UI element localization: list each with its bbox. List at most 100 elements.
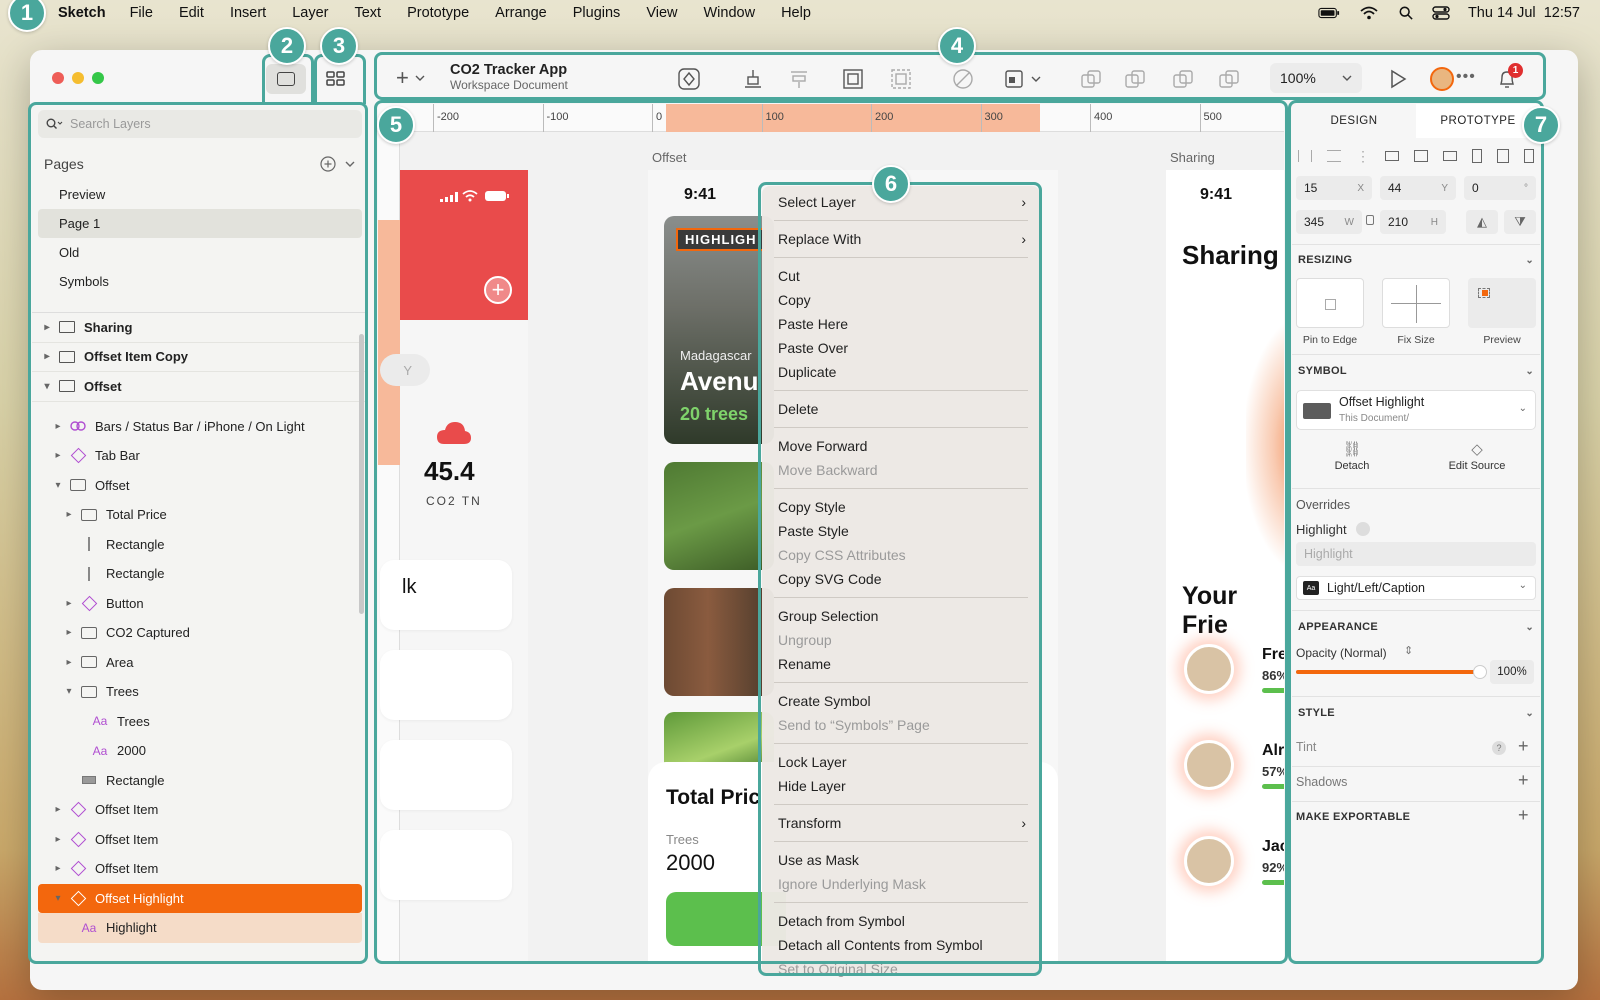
document-title-block[interactable]: CO2 Tracker App Workspace Document	[450, 62, 568, 92]
context-menu-item[interactable]: Create Symbol	[770, 689, 1032, 713]
context-menu-item[interactable]: Paste Style	[770, 519, 1032, 543]
horizontal-ruler[interactable]: -200 -100 0 100 200 300 400 500	[378, 104, 1284, 132]
menu-file[interactable]: File	[130, 5, 153, 21]
ungroup-icon[interactable]	[890, 68, 912, 90]
menu-view[interactable]: View	[646, 5, 677, 21]
layer-row[interactable]: ▸ CO2 Captured	[32, 618, 368, 648]
page-item-preview[interactable]: Preview	[32, 180, 368, 209]
context-menu-item[interactable]: Move Forward	[770, 434, 1032, 458]
layer-row[interactable]: ▾ Offset	[32, 471, 368, 501]
context-menu-item[interactable]: Group Selection	[770, 604, 1032, 628]
context-menu-item[interactable]: Duplicate	[770, 360, 1032, 384]
add-export-icon[interactable]: +	[1518, 805, 1529, 826]
layer-row[interactable]: ▸ Offset Item	[32, 854, 368, 884]
align-top-icon[interactable]	[1472, 149, 1482, 163]
minimize-window-icon[interactable]	[72, 72, 84, 84]
layer-row[interactable]: ▾ Offset Highlight	[38, 883, 362, 913]
make-exportable-title[interactable]: MAKE EXPORTABLE	[1296, 811, 1410, 823]
more-align-icon[interactable]: ⋮	[1356, 148, 1370, 165]
height-field[interactable]: 210 H	[1380, 210, 1446, 234]
width-field[interactable]: 345 W	[1296, 210, 1362, 234]
chevron-right-icon[interactable]: ▸	[51, 804, 65, 815]
difference-icon[interactable]	[1218, 68, 1240, 90]
play-preview-icon[interactable]	[1388, 69, 1408, 89]
layer-row[interactable]: ▸ Total Price	[32, 500, 368, 530]
menu-app-name[interactable]: Sketch	[58, 5, 106, 21]
layer-row[interactable]: ▸ Area	[32, 648, 368, 678]
context-menu-item[interactable]: Lock Layer	[770, 750, 1032, 774]
layer-row[interactable]: Aa Highlight	[38, 913, 362, 943]
chevron-right-icon[interactable]: ▸	[51, 863, 65, 874]
opacity-slider-thumb[interactable]	[1473, 665, 1487, 679]
chevron-right-icon[interactable]: ▸	[62, 598, 76, 609]
add-circle-icon[interactable]: +	[484, 276, 512, 304]
override-layers-icon[interactable]	[1356, 522, 1370, 536]
chevron-down-icon[interactable]: ▾	[51, 893, 65, 904]
list-card[interactable]	[380, 830, 512, 900]
context-menu-item[interactable]: Paste Here	[770, 312, 1032, 336]
chevron-right-icon[interactable]: ▸	[62, 509, 76, 520]
symbol-section-header[interactable]: SYMBOL ⌄	[1292, 360, 1540, 382]
artboard-row-offset-item-copy[interactable]: ▸ Offset Item Copy	[32, 343, 368, 372]
align-left-icon[interactable]	[1385, 151, 1399, 161]
context-menu-item[interactable]: Detach all Contents from Symbol	[770, 933, 1032, 957]
layer-row[interactable]: ▸ Offset Item	[32, 795, 368, 825]
align-center-icon[interactable]	[1414, 150, 1428, 162]
avatar[interactable]	[1430, 67, 1454, 91]
chevron-right-icon[interactable]: ▸	[51, 834, 65, 845]
search-layers-field[interactable]: Search Layers	[38, 110, 362, 138]
more-icon[interactable]: •••	[1456, 68, 1476, 86]
list-card[interactable]: lk	[380, 560, 512, 630]
artboard-row-offset[interactable]: ▾ Offset	[32, 372, 368, 402]
opacity-slider[interactable]	[1296, 665, 1487, 679]
zoom-window-icon[interactable]	[92, 72, 104, 84]
flip-vertical-button[interactable]: ⧩	[1504, 210, 1536, 234]
context-menu-item[interactable]: Delete	[770, 397, 1032, 421]
subtract-icon[interactable]	[1124, 68, 1146, 90]
insert-button[interactable]: +	[396, 66, 436, 90]
chevron-right-icon[interactable]: ▸	[62, 657, 76, 668]
page-item-symbols[interactable]: Symbols	[32, 267, 368, 296]
rotation-field[interactable]: 0 °	[1464, 176, 1536, 200]
intersect-icon[interactable]	[1172, 68, 1194, 90]
layer-row[interactable]: ▾ Trees	[32, 677, 368, 707]
layer-row[interactable]: Rectangle	[32, 559, 368, 589]
align-bottom-icon[interactable]	[1524, 149, 1534, 163]
menu-edit[interactable]: Edit	[179, 5, 204, 21]
opacity-mode-stepper-icon[interactable]: ⇕	[1404, 644, 1413, 657]
artboard-row-sharing[interactable]: ▸ Sharing	[32, 313, 368, 343]
group-icon[interactable]	[842, 68, 864, 90]
flip-horizontal-button[interactable]: ◭	[1466, 210, 1498, 234]
chevron-right-icon[interactable]: ▸	[40, 351, 54, 362]
context-menu-item[interactable]: Hide Layer	[770, 774, 1032, 798]
text-style-select[interactable]: Aa Light/Left/Caption ⌄	[1296, 576, 1536, 600]
context-menu-item[interactable]: Detach from Symbol	[770, 909, 1032, 933]
resize-icon[interactable]	[1004, 68, 1042, 90]
context-menu-item[interactable]: Copy Style	[770, 495, 1032, 519]
chevron-right-icon[interactable]: ▸	[40, 322, 54, 333]
opacity-value-field[interactable]: 100%	[1490, 660, 1534, 684]
context-menu-item[interactable]: Copy	[770, 288, 1032, 312]
layer-row[interactable]: ▸ Bars / Status Bar / iPhone / On Light	[32, 412, 368, 442]
menubar-datetime[interactable]: Thu 14 Jul 12:57	[1468, 5, 1580, 21]
menu-arrange[interactable]: Arrange	[495, 5, 547, 21]
components-view-toggle[interactable]	[318, 64, 354, 94]
page-item-old[interactable]: Old	[32, 238, 368, 267]
page-item-page-1[interactable]: Page 1	[38, 209, 362, 238]
layers-view-toggle[interactable]	[266, 64, 306, 94]
context-menu-item[interactable]: Cut	[770, 264, 1032, 288]
layer-row[interactable]: ▸ Offset Item	[32, 825, 368, 855]
sharing-phone-artboard[interactable]: 9:41 Sharing Your Frie Fre 86% Alr 57% Jac 92…	[1166, 170, 1284, 962]
layer-row[interactable]: ▸ Tab Bar	[32, 441, 368, 471]
fix-size-control[interactable]	[1382, 278, 1450, 328]
zoom-select[interactable]: 100%	[1270, 63, 1362, 93]
menu-insert[interactable]: Insert	[230, 5, 266, 21]
style-section-header[interactable]: STYLE ⌄	[1292, 702, 1540, 724]
chevron-down-icon[interactable]: ▾	[62, 686, 76, 697]
chevron-right-icon[interactable]: ▸	[51, 450, 65, 461]
override-text-field[interactable]: Highlight	[1296, 542, 1536, 566]
artboard-label-sharing[interactable]: Sharing	[1170, 150, 1215, 165]
add-page-icon[interactable]	[320, 156, 336, 172]
layer-row[interactable]: ▸ Button	[32, 589, 368, 619]
tab-design[interactable]: DESIGN	[1292, 104, 1416, 138]
